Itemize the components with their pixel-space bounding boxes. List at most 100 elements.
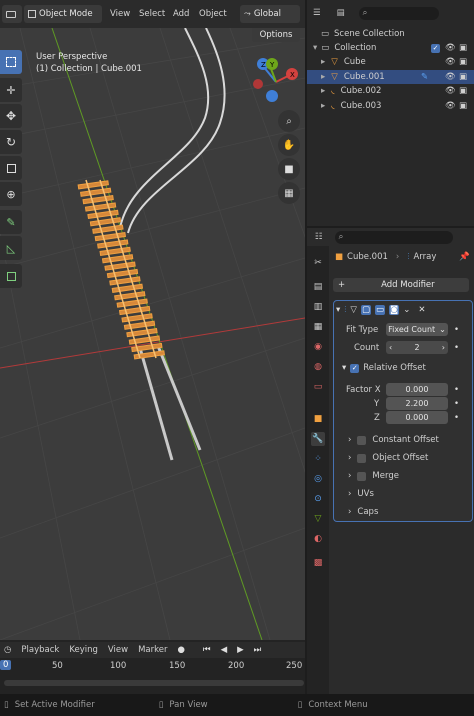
mode-dropdown[interactable]: Object Mode: [24, 5, 102, 23]
factor-z-keyframe-dot[interactable]: •: [454, 413, 459, 423]
output-tab-icon[interactable]: ▥: [311, 300, 325, 314]
visibility-eye-icon[interactable]: 👁: [445, 72, 456, 82]
cage-toggle-icon[interactable]: ▢: [360, 305, 371, 315]
menu-select[interactable]: Select: [139, 9, 165, 19]
timeline-menu-marker[interactable]: Marker: [138, 645, 167, 655]
object-offset-checkbox[interactable]: [357, 453, 367, 463]
add-modifier-button[interactable]: + Add Modifier: [333, 278, 469, 292]
section-caps[interactable]: › Caps: [348, 507, 378, 517]
jump-end-icon[interactable]: ⏭: [254, 645, 262, 655]
collection-tab-icon[interactable]: ▭: [311, 380, 325, 394]
view-layer-tab-icon[interactable]: ▦: [311, 320, 325, 334]
menu-object[interactable]: Object: [199, 9, 227, 19]
expand-arrow-icon[interactable]: ▸: [321, 72, 325, 82]
current-frame-marker[interactable]: 0: [0, 660, 12, 670]
collapse-arrow-icon[interactable]: ▾: [336, 305, 340, 315]
perspective-toggle-button[interactable]: ▦: [278, 182, 300, 204]
visibility-eye-icon[interactable]: 👁: [445, 57, 456, 67]
close-icon[interactable]: ✕: [418, 305, 425, 315]
camera-render-icon[interactable]: ▣: [459, 57, 467, 67]
expand-arrow-icon[interactable]: ▸: [321, 101, 325, 111]
frame-ruler[interactable]: 0 50 100 150 200 250: [0, 660, 305, 674]
tool-scale[interactable]: [0, 156, 22, 180]
camera-render-icon[interactable]: ▣: [459, 101, 467, 111]
tool-move[interactable]: ✥: [0, 104, 22, 128]
outliner-scene-collection[interactable]: ▭ Scene Collection: [307, 27, 474, 41]
decrement-icon[interactable]: ‹: [389, 343, 392, 352]
count-field[interactable]: ‹ 2 ›: [386, 341, 448, 354]
jump-start-icon[interactable]: ⏮: [203, 645, 211, 655]
material-tab-icon[interactable]: ◐: [311, 532, 325, 546]
factor-z-field[interactable]: 0.000: [386, 411, 448, 424]
camera-render-icon[interactable]: ▣: [459, 72, 467, 82]
factor-y-field[interactable]: 2.200: [386, 397, 448, 410]
navigation-gizmo[interactable]: X Z Y: [248, 56, 304, 106]
render-toggle-icon[interactable]: ◙: [389, 305, 400, 315]
constraints-tab-icon[interactable]: ⊙: [311, 492, 325, 506]
section-uvs[interactable]: › UVs: [348, 489, 374, 499]
fit-type-dropdown[interactable]: Fixed Count ⌄: [386, 323, 448, 336]
options-button[interactable]: Options: [252, 28, 300, 42]
texture-tab-icon[interactable]: ▩: [311, 556, 325, 570]
merge-checkbox[interactable]: [357, 471, 367, 481]
pin-icon[interactable]: 📌: [459, 252, 470, 262]
play-icon[interactable]: ▶: [237, 645, 244, 655]
section-object-offset[interactable]: › Object Offset: [348, 453, 428, 463]
record-icon[interactable]: ●: [177, 645, 184, 655]
scene-tab-icon[interactable]: ◉: [311, 340, 325, 354]
tool-annotate[interactable]: ✎: [0, 210, 22, 234]
editor-type-button[interactable]: [2, 5, 22, 23]
world-tab-icon[interactable]: ◍: [311, 360, 325, 374]
section-merge[interactable]: › Merge: [348, 471, 399, 481]
search-field[interactable]: ⌕: [358, 6, 439, 20]
fit-type-keyframe-dot[interactable]: •: [454, 325, 459, 335]
visibility-eye-icon[interactable]: 👁: [445, 101, 456, 111]
pan-view-button[interactable]: ✋: [278, 134, 300, 156]
constant-offset-checkbox[interactable]: [357, 435, 367, 445]
expand-arrow-icon[interactable]: ▸: [321, 86, 325, 96]
collection-checkbox[interactable]: ✓: [431, 43, 440, 53]
expand-arrow-icon[interactable]: ▸: [321, 57, 325, 67]
factor-x-field[interactable]: 0.000: [386, 383, 448, 396]
tool-measure[interactable]: ◺: [0, 236, 22, 260]
properties-editor-icon[interactable]: ☷: [315, 232, 323, 242]
play-reverse-icon[interactable]: ◀: [221, 645, 228, 655]
data-tab-icon[interactable]: ▽: [311, 512, 325, 526]
zoom-view-button[interactable]: ⌕: [278, 110, 300, 132]
tool-cursor[interactable]: ✛: [0, 78, 22, 102]
transform-orientation-dropdown[interactable]: ⤳ Global: [240, 5, 300, 23]
tool-rotate[interactable]: ↻: [0, 130, 22, 154]
menu-view[interactable]: View: [110, 9, 130, 19]
count-keyframe-dot[interactable]: •: [454, 343, 459, 353]
tool-add-cube[interactable]: [0, 264, 22, 288]
visibility-eye-icon[interactable]: 👁: [445, 86, 456, 96]
camera-render-icon[interactable]: ▣: [459, 43, 467, 53]
factor-x-keyframe-dot[interactable]: •: [454, 385, 459, 395]
outliner-item[interactable]: ▸ ▽ Cube 👁 ▣: [307, 55, 474, 69]
menu-add[interactable]: Add: [173, 9, 189, 19]
increment-icon[interactable]: ›: [442, 343, 445, 352]
outliner-item[interactable]: ▸ ◟ Cube.003 👁 ▣: [307, 99, 474, 113]
modifier-tab-icon[interactable]: 🔧: [311, 432, 325, 446]
tool-tab-icon[interactable]: ✂: [311, 256, 325, 270]
camera-view-button[interactable]: ■: [278, 158, 300, 180]
outliner-editor-icon[interactable]: ☰: [313, 8, 321, 18]
tool-select-box[interactable]: [0, 50, 22, 74]
factor-y-keyframe-dot[interactable]: •: [454, 399, 459, 409]
timeline-scrollbar[interactable]: [4, 680, 304, 686]
3d-viewport[interactable]: ✛ ✥ ↻ ⊕ ✎ ◺ User Perspective (1) Collect…: [0, 28, 305, 640]
relative-offset-header[interactable]: ▾ ✓ Relative Offset: [342, 363, 426, 373]
visibility-eye-icon[interactable]: 👁: [445, 43, 456, 53]
outliner-item[interactable]: ▸ ◟ Cube.002 👁 ▣: [307, 84, 474, 98]
physics-tab-icon[interactable]: ◎: [311, 472, 325, 486]
relative-offset-checkbox[interactable]: ✓: [350, 363, 360, 373]
dropdown-arrow-icon[interactable]: ⌄: [403, 305, 410, 315]
properties-search-field[interactable]: ⌕: [334, 230, 453, 244]
outliner-item[interactable]: ▸ ▽ Cube.001 ✎ 👁 ▣: [307, 69, 474, 84]
render-tab-icon[interactable]: ▤: [311, 280, 325, 294]
tool-transform[interactable]: ⊕: [0, 182, 22, 206]
timeline-menu-keying[interactable]: Keying: [69, 645, 98, 655]
viewport-toggle-icon[interactable]: ▭: [375, 305, 386, 315]
outliner-collection[interactable]: ▾ ▭ Collection ✓ 👁 ▣: [307, 41, 474, 55]
edit-mode-toggle-icon[interactable]: ▽: [350, 305, 357, 315]
